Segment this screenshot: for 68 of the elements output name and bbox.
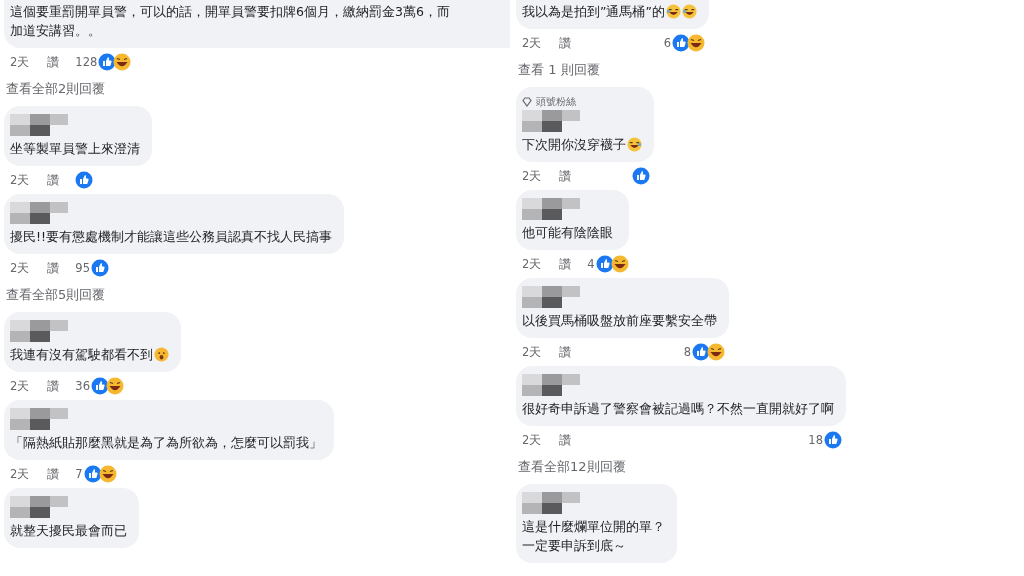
comment-time: 2天	[10, 378, 30, 394]
reaction-count: 7	[75, 467, 83, 481]
comment-text: 坐等製單員警上來澄清	[10, 140, 140, 158]
comment-time: 2天	[522, 432, 542, 448]
reaction-count: 6	[663, 36, 671, 50]
laughing-face-icon	[610, 255, 629, 273]
comment-time: 2天	[10, 466, 30, 482]
like-link[interactable]: 讚	[559, 35, 572, 51]
comment-text: 他可能有陰陰眼	[522, 224, 613, 242]
comment-text: 我連有沒有駕駛都看不到	[10, 346, 153, 364]
like-icon	[671, 34, 690, 52]
like-icon	[632, 167, 650, 185]
top-fan-label: 頭號粉絲	[536, 95, 576, 108]
comment-text: 就整天擾民最會而已	[10, 522, 127, 540]
like-link[interactable]: 讚	[559, 168, 572, 184]
like-icon	[83, 465, 102, 483]
comment-text: 一定要申訴到底～	[522, 537, 626, 555]
like-link[interactable]: 讚	[47, 172, 60, 188]
reaction-count: 8	[683, 345, 691, 359]
reaction-count: 95	[75, 261, 90, 275]
comment-time: 2天	[10, 172, 30, 188]
like-link[interactable]: 讚	[559, 432, 572, 448]
diamond-icon	[522, 96, 532, 107]
laughing-face-icon	[98, 465, 117, 483]
comment-time: 2天	[10, 260, 30, 276]
like-link[interactable]: 讚	[559, 344, 572, 360]
comment-text: 這個要重罰開單員警，可以的話，開單員警要扣牌6個月，繳納罰金3萬6，而	[10, 3, 450, 21]
like-icon	[595, 255, 614, 273]
comment-text: 「隔熱紙貼那麼黑就是為了為所欲為，怎麼可以罰我」	[10, 434, 322, 452]
comment-time: 2天	[10, 54, 30, 70]
like-icon	[824, 431, 842, 449]
laughing-face-icon	[665, 4, 681, 19]
like-link[interactable]: 讚	[47, 54, 60, 70]
like-icon	[75, 171, 94, 189]
comment-text: 很好奇申訴過了警察會被記過嗎？不然一直開就好了啊	[522, 400, 834, 418]
laughing-face-icon	[105, 377, 124, 395]
like-link[interactable]: 讚	[47, 378, 60, 394]
like-link[interactable]: 讚	[47, 260, 60, 276]
comment-time: 2天	[522, 35, 542, 51]
view-replies-link[interactable]: 查看全部12則回覆	[516, 454, 626, 484]
like-link[interactable]: 讚	[559, 256, 572, 272]
laughing-face-icon	[627, 137, 642, 152]
like-icon	[98, 53, 117, 71]
view-replies-link[interactable]: 查看全部5則回覆	[4, 282, 106, 312]
reaction-count: 36	[75, 379, 90, 393]
like-icon	[692, 343, 710, 361]
comment-text: 下次開你沒穿襪子	[522, 136, 626, 154]
reaction-count: 4	[587, 257, 595, 271]
comment-time: 2天	[522, 256, 542, 272]
reaction-count: 18	[808, 433, 823, 447]
comment-time: 2天	[522, 344, 542, 360]
laughing-face-icon	[113, 53, 132, 71]
like-icon	[90, 377, 109, 395]
comment-text: 我以為是拍到”通馬桶”的	[522, 3, 665, 21]
comment-text: 加道安講習。。	[10, 22, 101, 40]
laughing-face-icon	[686, 34, 705, 52]
laughing-face-icon	[681, 4, 697, 19]
view-replies-link[interactable]: 查看全部2則回覆	[4, 76, 106, 106]
view-replies-link[interactable]: 查看 1 則回覆	[516, 57, 600, 87]
laughing-face-icon	[707, 343, 725, 361]
like-icon	[90, 259, 109, 277]
like-link[interactable]: 讚	[47, 466, 60, 482]
reaction-count: 128	[75, 55, 98, 69]
comment-text: 以後買馬桶吸盤放前座要繫安全帶	[522, 312, 717, 330]
comment-text: 這是什麼爛單位開的單？	[522, 518, 665, 536]
comment-time: 2天	[522, 168, 542, 184]
comment-text: 擾民!!要有懲處機制才能讓這些公務員認真不找人民搞事	[10, 228, 333, 246]
surprised-face-icon	[154, 347, 169, 362]
